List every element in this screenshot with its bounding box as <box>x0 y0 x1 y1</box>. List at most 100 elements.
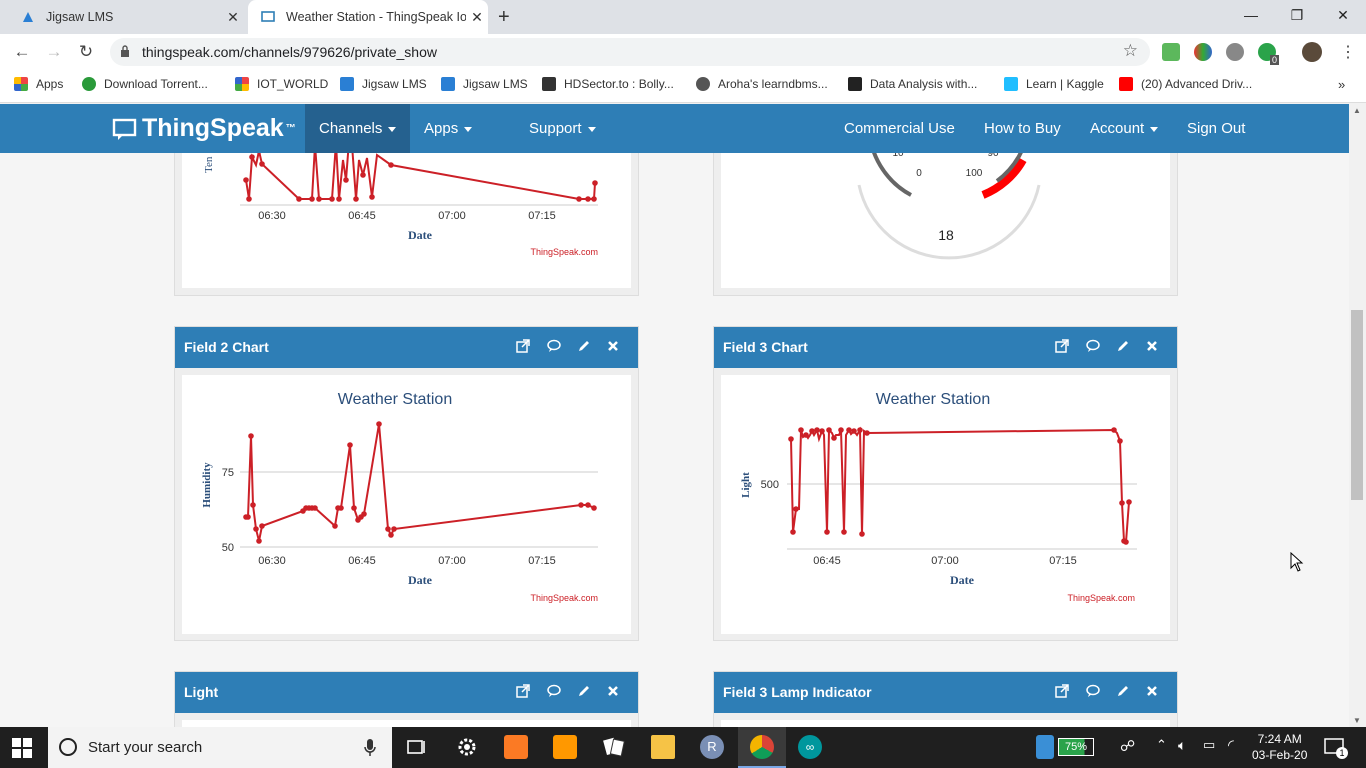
external-link-icon[interactable] <box>515 683 531 699</box>
bookmark-apps[interactable]: Apps <box>14 77 63 91</box>
tab-title: Jigsaw LMS <box>46 10 114 24</box>
avatar[interactable] <box>1302 42 1322 62</box>
thingspeak-favicon-icon <box>260 9 276 25</box>
close-icon[interactable] <box>605 338 621 354</box>
data-point <box>312 505 318 511</box>
tab-jigsaw-lms[interactable]: Jigsaw LMS ✕ <box>8 0 244 34</box>
globe-icon <box>696 77 710 91</box>
nav-account[interactable]: Account <box>1076 104 1172 153</box>
close-icon[interactable]: ✕ <box>466 9 488 26</box>
comment-icon[interactable] <box>546 683 562 699</box>
data-point <box>248 433 254 439</box>
reload-icon[interactable]: ↻ <box>76 42 96 62</box>
forward-icon[interactable]: → <box>44 42 64 62</box>
bookmark-item[interactable]: HDSector.to : Bolly... <box>542 77 674 91</box>
x-axis-label: Date <box>408 228 433 242</box>
chrome-taskbar-button[interactable] <box>738 727 786 768</box>
comment-icon[interactable] <box>1085 683 1101 699</box>
external-link-icon[interactable] <box>515 338 531 354</box>
volume-icon[interactable]: 🔈︎ <box>1178 737 1186 754</box>
scroll-down-icon[interactable]: ▼ <box>1353 716 1361 725</box>
hdsector-icon <box>542 77 556 91</box>
extension-icon[interactable] <box>1194 43 1212 61</box>
external-link-icon[interactable] <box>1054 683 1070 699</box>
people-icon[interactable]: ☍ <box>1120 737 1135 755</box>
y-axis-label: Light <box>740 472 752 498</box>
sublime-text-icon[interactable] <box>553 735 577 759</box>
data-point <box>250 502 256 508</box>
battery-indicator[interactable]: 75% <box>1058 738 1094 756</box>
file-explorer-icon[interactable] <box>651 735 675 759</box>
microphone-icon[interactable] <box>364 739 376 757</box>
menu-icon[interactable]: ⋮ <box>1340 42 1356 62</box>
nav-label: Sign Out <box>1187 120 1246 137</box>
restore-icon[interactable]: ❐ <box>1274 0 1320 30</box>
close-icon[interactable] <box>605 683 621 699</box>
nav-commercial-use[interactable]: Commercial Use <box>830 104 969 153</box>
pencil-icon[interactable] <box>1115 338 1131 354</box>
pencil-icon[interactable] <box>1115 683 1131 699</box>
pencil-icon[interactable] <box>576 338 592 354</box>
taskbar-search[interactable]: Start your search <box>48 727 392 768</box>
credit-link[interactable]: ThingSpeak.com <box>1067 593 1135 603</box>
nav-support[interactable]: Support <box>515 104 610 153</box>
browser-toolbar: ← → ↻ thingspeak.com/channels/979626/pri… <box>0 34 1366 70</box>
thingspeak-logo[interactable]: ThingSpeak ™ <box>112 114 296 143</box>
bookmarks-overflow-icon[interactable]: » <box>1338 77 1345 92</box>
bookmark-item[interactable]: Aroha's learndbms... <box>696 77 828 91</box>
minimize-icon[interactable]: — <box>1228 0 1274 30</box>
bookmark-star-icon[interactable]: ☆ <box>1123 41 1138 61</box>
close-icon[interactable]: ✕ <box>222 9 244 26</box>
comment-icon[interactable] <box>546 338 562 354</box>
arduino-icon[interactable]: ∞ <box>798 735 822 759</box>
bookmark-label: Apps <box>36 77 64 91</box>
page-scrollbar[interactable]: ▲ ▼ <box>1349 104 1366 727</box>
scroll-up-icon[interactable]: ▲ <box>1353 106 1361 115</box>
credit-link[interactable]: ThingSpeak.com <box>530 593 598 603</box>
close-icon[interactable] <box>1144 683 1160 699</box>
extension-icon[interactable] <box>1226 43 1244 61</box>
bookmark-item[interactable]: IOT_WORLD <box>235 77 328 91</box>
address-bar[interactable]: thingspeak.com/channels/979626/private_s… <box>110 38 1150 66</box>
bookmark-item[interactable]: Jigsaw LMS <box>441 77 528 91</box>
bookmark-item[interactable]: Data Analysis with... <box>848 77 977 91</box>
search-placeholder: Start your search <box>88 739 203 756</box>
widget-header: Light <box>175 672 638 713</box>
comment-icon[interactable] <box>1085 338 1101 354</box>
clock[interactable]: 7:24 AM 03-Feb-20 <box>1252 731 1307 763</box>
data-point <box>391 526 397 532</box>
bookmark-item[interactable]: (20) Advanced Driv... <box>1119 77 1252 91</box>
new-tab-icon[interactable]: + <box>498 6 510 29</box>
widget-body <box>721 720 1170 727</box>
nav-label: Support <box>529 120 582 137</box>
bookmark-item[interactable]: Download Torrent... <box>82 77 208 91</box>
nav-sign-out[interactable]: Sign Out <box>1173 104 1259 153</box>
widget-title: Field 3 Chart <box>723 339 808 355</box>
wifi-icon[interactable]: ◜ <box>1228 736 1234 754</box>
tray-up-icon[interactable]: ⌃ <box>1156 737 1167 753</box>
windows-start-icon[interactable] <box>12 738 32 758</box>
extension-icon[interactable] <box>1162 43 1180 61</box>
credit-link[interactable]: ThingSpeak.com <box>530 247 598 257</box>
xampp-icon[interactable] <box>504 735 528 759</box>
tab-weather-station[interactable]: Weather Station - ThingSpeak Io ✕ <box>248 0 488 34</box>
settings-gear-icon[interactable] <box>455 735 479 759</box>
bookmark-item[interactable]: Jigsaw LMS <box>340 77 427 91</box>
y-axis-label: Ten <box>203 156 215 173</box>
solitaire-cards-icon[interactable] <box>602 735 626 759</box>
scrollbar-thumb[interactable] <box>1351 310 1363 500</box>
nav-channels[interactable]: Channels <box>305 104 410 153</box>
nav-apps[interactable]: Apps <box>410 104 486 153</box>
back-icon[interactable]: ← <box>12 42 32 62</box>
pd-icon <box>848 77 862 91</box>
close-icon[interactable] <box>1144 338 1160 354</box>
window-close-icon[interactable]: ✕ <box>1320 0 1366 30</box>
bookmark-item[interactable]: Learn | Kaggle <box>1004 77 1104 91</box>
pencil-icon[interactable] <box>576 683 592 699</box>
power-icon[interactable]: ▭ <box>1203 737 1215 753</box>
task-view-icon[interactable] <box>405 735 429 759</box>
r-studio-icon[interactable]: R <box>700 735 724 759</box>
nav-how-to-buy[interactable]: How to Buy <box>970 104 1075 153</box>
defender-icon[interactable] <box>1036 735 1054 759</box>
external-link-icon[interactable] <box>1054 338 1070 354</box>
